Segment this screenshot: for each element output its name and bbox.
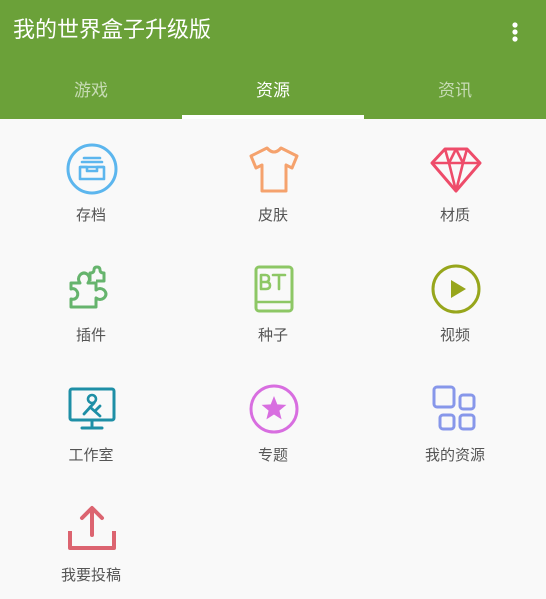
- grid-item-label: 专题: [257, 446, 288, 464]
- grid-item-label: 我的资源: [424, 446, 485, 464]
- puzzle-piece-icon: [66, 263, 118, 315]
- grid-item-material[interactable]: 材质: [364, 119, 546, 239]
- tab-games[interactable]: 游戏: [0, 62, 182, 119]
- archive-tray-icon: [66, 143, 118, 195]
- tshirt-icon: [248, 143, 300, 195]
- upload-tray-icon: [66, 503, 118, 555]
- grid-item-skin[interactable]: 皮肤: [182, 119, 364, 239]
- grid-item-topic[interactable]: 专题: [182, 359, 364, 479]
- grid-item-label: 视频: [439, 326, 470, 344]
- grid-item-label: 工作室: [68, 446, 114, 464]
- monitor-tools-icon: [66, 383, 118, 435]
- diamond-icon: [430, 143, 482, 195]
- grid-item-plugin[interactable]: 插件: [0, 239, 182, 359]
- grid-item-video[interactable]: 视频: [364, 239, 546, 359]
- grid-item-archive[interactable]: 存档: [0, 119, 182, 239]
- star-circle-icon: [248, 383, 300, 435]
- resource-grid: 存档 皮肤 材质 插件 种子 视频 工作室 专题 我的资源 我要投稿: [0, 119, 546, 597]
- app-bar: 我的世界盒子升级版 游戏 资源 资讯: [0, 0, 546, 119]
- grid-item-label: 我要投稿: [60, 566, 121, 584]
- more-vertical-icon: [512, 22, 518, 42]
- grid-squares-icon: [430, 383, 482, 435]
- play-circle-icon: [430, 263, 482, 315]
- grid-item-label: 种子: [257, 326, 288, 344]
- grid-item-label: 材质: [439, 206, 470, 224]
- more-options-button[interactable]: [500, 16, 530, 48]
- tab-resources[interactable]: 资源: [182, 62, 364, 119]
- grid-item-studio[interactable]: 工作室: [0, 359, 182, 479]
- grid-item-label: 插件: [75, 326, 106, 344]
- app-title: 我的世界盒子升级版: [13, 18, 212, 43]
- grid-item-my-resources[interactable]: 我的资源: [364, 359, 546, 479]
- grid-item-seed[interactable]: 种子: [182, 239, 364, 359]
- tab-bar: 游戏 资源 资讯: [0, 62, 546, 119]
- grid-item-submit[interactable]: 我要投稿: [0, 479, 182, 599]
- grid-item-label: 存档: [75, 206, 106, 224]
- bt-book-icon: [248, 263, 300, 315]
- grid-item-label: 皮肤: [257, 206, 288, 224]
- tab-news[interactable]: 资讯: [364, 62, 546, 119]
